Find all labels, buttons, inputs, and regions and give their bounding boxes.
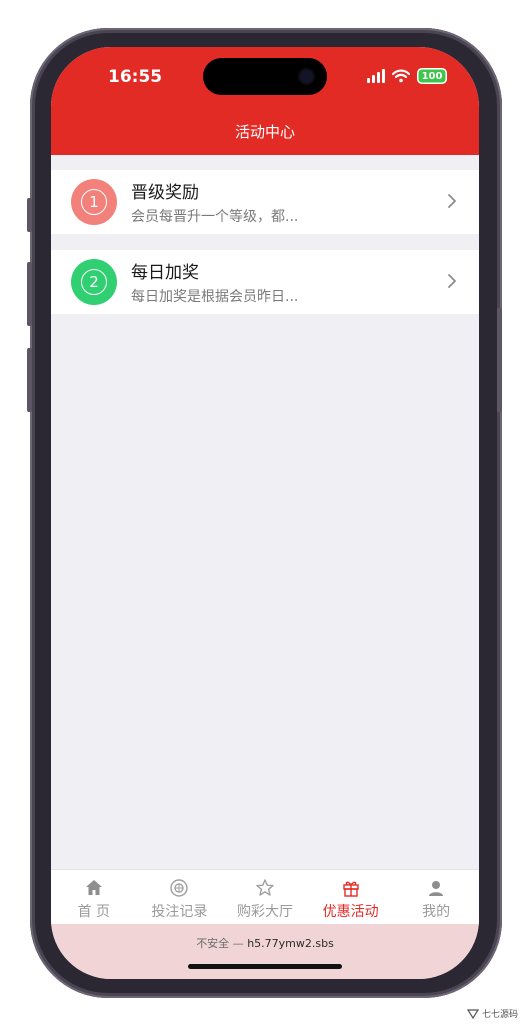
number-badge: 1 [71,179,117,225]
url-text: 不安全 — h5.77ymw2.sbs [51,935,479,951]
tab-lottery-hall[interactable]: 购彩大厅 [222,870,308,924]
cellular-signal-icon [367,69,385,83]
home-icon [85,880,102,895]
bottom-tab-bar: 首 页 投注记录 购彩大厅 优惠活动 我的 [51,869,479,924]
activity-description: 每日加奖是根据会员昨日... [131,289,299,305]
watermark: 七七源码 [466,1007,518,1020]
badge-number: 2 [81,269,107,295]
activity-title: 每日加奖 [131,263,199,283]
tab-label: 购彩大厅 [236,904,293,920]
activity-title: 晋级奖励 [131,183,199,203]
watermark-logo-icon [466,1008,479,1019]
page-title: 活动中心 [234,123,295,141]
tab-label: 投注记录 [151,904,208,920]
browser-url-bar[interactable]: 不安全 — h5.77ymw2.sbs [51,924,479,979]
phone-screen: 16:55 100 活动中心 1 晋级奖励 会员每晋升一个等级，都... 2 每… [51,47,479,979]
app-header: 16:55 100 活动中心 [51,47,479,155]
tab-label: 首 页 [77,904,111,920]
tab-home[interactable]: 首 页 [51,870,137,924]
battery-icon: 100 [417,68,447,84]
status-icons: 100 [367,68,447,84]
tab-promotions[interactable]: 优惠活动 [308,870,394,924]
watermark-text: 七七源码 [481,1010,518,1020]
volume-up-button [27,262,32,326]
chevron-right-icon [448,194,456,208]
stage: 16:55 100 活动中心 1 晋级奖励 会员每晋升一个等级，都... 2 每… [0,0,530,1024]
tab-label: 我的 [422,904,451,920]
volume-down-button [27,348,32,412]
wifi-icon [392,69,410,83]
activity-description: 会员每晋升一个等级，都... [131,209,299,225]
chevron-right-icon [448,274,456,288]
tab-my-account[interactable]: 我的 [393,870,479,924]
camera-icon [300,70,313,83]
url-host: h5.77ymw2.sbs [247,937,334,950]
security-label: 不安全 — [196,937,244,950]
badge-number: 1 [81,189,107,215]
tab-bet-records[interactable]: 投注记录 [137,870,223,924]
lottery-hall-icon [256,879,274,896]
bet-record-icon [170,879,189,897]
home-indicator[interactable] [188,964,342,969]
user-icon [429,881,444,896]
dynamic-island [203,58,327,95]
status-time: 16:55 [108,67,163,87]
activity-item-daily-bonus[interactable]: 2 每日加奖 每日加奖是根据会员昨日... [51,250,479,314]
activity-item-promotion-reward[interactable]: 1 晋级奖励 会员每晋升一个等级，都... [51,170,479,234]
action-button [27,198,32,232]
number-badge: 2 [71,259,117,305]
gift-icon [342,881,359,897]
tab-label: 优惠活动 [322,904,379,920]
power-button [497,308,502,412]
